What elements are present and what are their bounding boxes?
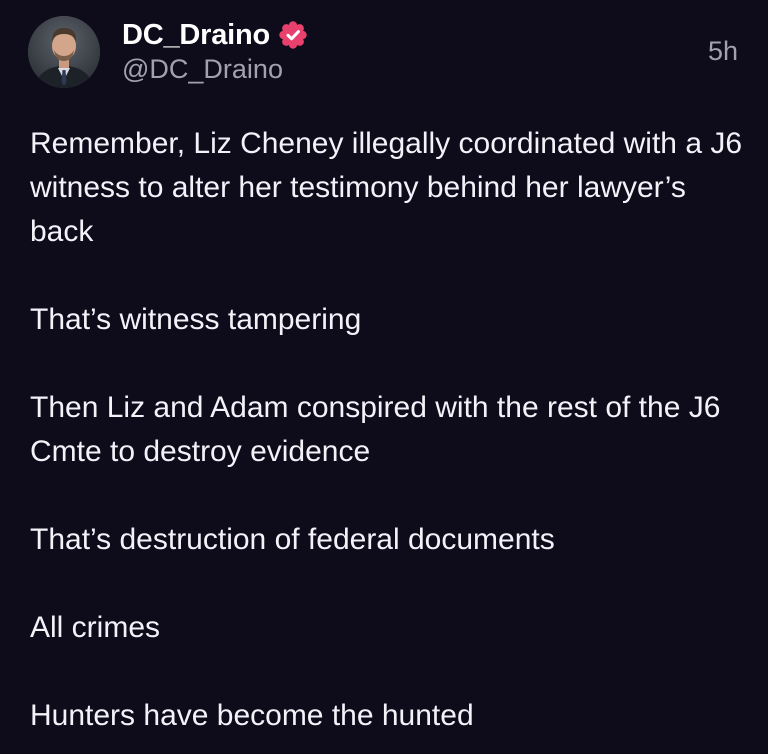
author-name-row[interactable]: DC_Draino (122, 14, 308, 56)
avatar-photo (28, 16, 100, 88)
author-display-name[interactable]: DC_Draino (122, 19, 270, 52)
post-timestamp[interactable]: 5h (708, 36, 738, 67)
post-paragraph: That’s destruction of federal documents (30, 523, 555, 556)
post-paragraph: Hunters have become the hunted (30, 699, 474, 732)
post-paragraph: That’s witness tampering (30, 303, 362, 336)
author-handle[interactable]: @DC_Draino (122, 54, 283, 85)
verified-badge-icon (278, 20, 308, 50)
post-body: Remember, Liz Cheney illegally coordinat… (30, 122, 745, 738)
post-paragraph: Then Liz and Adam conspired with the res… (30, 391, 721, 468)
post-paragraph: Remember, Liz Cheney illegally coordinat… (30, 127, 743, 248)
avatar[interactable] (28, 16, 100, 88)
post-card: DC_Draino @DC_Draino 5h Remember, Liz Ch… (0, 0, 768, 754)
post-paragraph: All crimes (30, 611, 161, 644)
